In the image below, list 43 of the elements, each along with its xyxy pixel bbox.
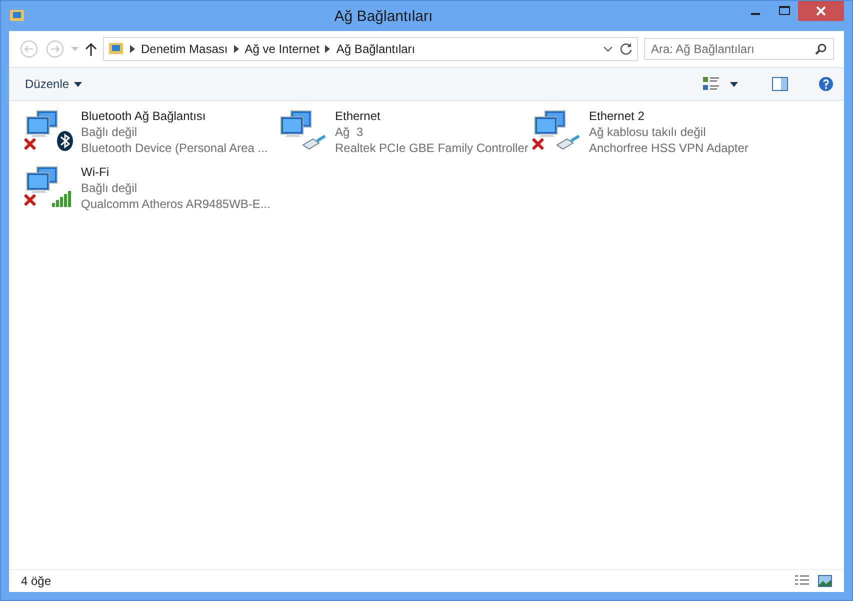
adapter-name: Realtek PCIe GBE Family Controller (335, 141, 528, 155)
maximize-icon[interactable] (778, 6, 790, 16)
adapter-name: Qualcomm Atheros AR9485WB-E... (81, 197, 270, 211)
organize-menu[interactable]: Düzenle (19, 75, 88, 93)
cable-plug-icon (301, 135, 327, 151)
search-icon (815, 43, 827, 55)
bluetooth-icon (57, 131, 73, 151)
address-bar[interactable]: Denetim Masası Ağ ve Internet Ağ Bağlantıları (103, 37, 638, 61)
close-button[interactable] (798, 1, 844, 21)
chevron-icon (130, 45, 135, 53)
search-field[interactable]: Ara: Ağ Bağlantıları (644, 38, 834, 60)
view-options-icon[interactable] (702, 76, 720, 92)
connection-status: Ağ 3 (335, 125, 364, 139)
signal-bars-icon (51, 189, 73, 207)
preview-pane-icon[interactable] (772, 77, 788, 91)
connection-name[interactable]: Wi-Fi (81, 165, 109, 179)
large-icons-view-icon[interactable] (818, 575, 832, 587)
cable-plug-icon (555, 135, 581, 151)
adapter-name: Anchorfree HSS VPN Adapter (589, 141, 748, 155)
up-arrow-icon[interactable] (85, 42, 97, 56)
connection-name[interactable]: Ethernet 2 (589, 109, 644, 123)
dropdown-icon[interactable] (730, 82, 738, 86)
chevron-icon (234, 45, 239, 53)
help-icon[interactable] (818, 76, 834, 92)
breadcrumb[interactable]: Ağ Bağlantıları (336, 42, 416, 56)
connection-status: Bağlı değil (81, 181, 138, 195)
details-view-icon[interactable] (794, 575, 810, 587)
adapter-name: Bluetooth Device (Personal Area ... (81, 141, 268, 155)
close-icon (816, 6, 826, 16)
connection-name[interactable]: Ethernet (335, 109, 380, 123)
breadcrumb[interactable]: Ağ ve Internet (244, 42, 320, 56)
chevron-icon (325, 45, 330, 53)
network-folder-icon (9, 8, 25, 24)
breadcrumb[interactable]: Denetim Masası (141, 42, 228, 56)
refresh-icon[interactable] (619, 42, 633, 56)
caret-icon (74, 82, 82, 86)
window-title: Ağ Bağlantıları (333, 8, 434, 24)
dropdown-icon[interactable] (603, 46, 613, 52)
connection-status: Ağ kablosu takılı değil (589, 125, 706, 139)
item-count: 4 öğe (21, 574, 52, 588)
control-panel-icon (108, 41, 124, 57)
connection-name[interactable]: Bluetooth Ağ Bağlantısı (81, 109, 206, 123)
connection-status: Bağlı değil (81, 125, 138, 139)
